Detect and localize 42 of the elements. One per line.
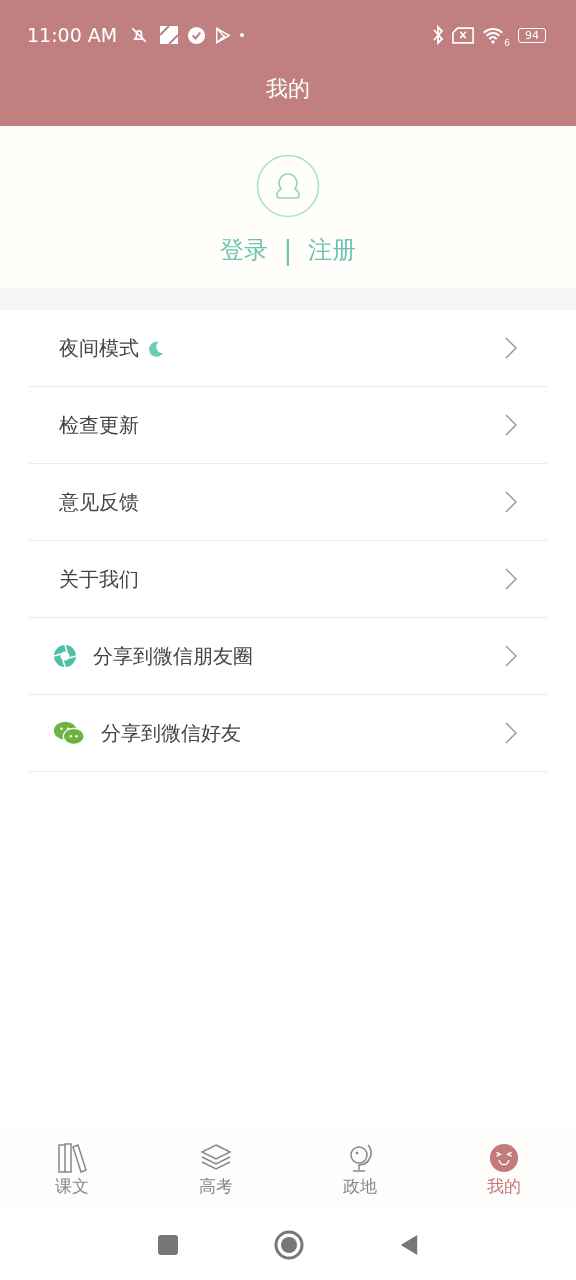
menu-label: 关于我们 <box>59 565 139 593</box>
menu-item[interactable]: 分享到微信朋友圈 <box>29 618 547 695</box>
layers-icon <box>200 1142 232 1173</box>
tab[interactable]: 课文 <box>0 1130 144 1210</box>
tab[interactable]: 政地 <box>288 1130 432 1210</box>
chat-bubbles-icon <box>53 720 85 746</box>
bluetooth-icon <box>432 25 444 45</box>
chevron-right-icon <box>505 491 517 513</box>
menu-label: 分享到微信好友 <box>101 719 241 747</box>
menu-item[interactable]: 检查更新 <box>29 387 547 464</box>
user-avatar-icon <box>256 154 320 218</box>
smiley-icon <box>489 1142 519 1173</box>
menu-label: 意见反馈 <box>59 488 139 516</box>
chevron-right-icon <box>505 337 517 359</box>
battery-indicator: 94 <box>518 27 546 43</box>
chevron-right-icon <box>505 645 517 667</box>
home-button[interactable] <box>274 1230 304 1260</box>
books-icon <box>56 1142 88 1173</box>
menu-item[interactable]: 意见反馈 <box>29 464 547 541</box>
moon-icon <box>147 339 164 357</box>
back-button[interactable] <box>399 1233 419 1257</box>
chevron-right-icon <box>505 568 517 590</box>
menu-label: 分享到微信朋友圈 <box>93 642 253 670</box>
separator: | <box>283 235 293 265</box>
menu-item[interactable]: 关于我们 <box>29 541 547 618</box>
chevron-right-icon <box>505 414 517 436</box>
play-store-icon <box>214 25 233 45</box>
status-time: 11:00 AM <box>27 24 118 46</box>
recents-button[interactable] <box>157 1234 179 1256</box>
wifi-icon <box>482 26 504 44</box>
check-circle-icon <box>187 25 207 45</box>
tab[interactable]: 高考 <box>144 1130 288 1210</box>
page-title: 我的 <box>265 75 311 103</box>
wifi-label: 6 <box>504 37 510 48</box>
aperture-icon <box>53 644 77 668</box>
menu-label: 检查更新 <box>59 411 139 439</box>
menu-item[interactable]: 夜间模式 <box>29 310 547 387</box>
menu-item[interactable]: 分享到微信好友 <box>29 695 547 772</box>
dot-icon <box>240 33 245 37</box>
menu-label: 夜间模式 <box>59 334 139 362</box>
chevron-right-icon <box>505 722 517 744</box>
no-sim-icon <box>452 26 474 44</box>
